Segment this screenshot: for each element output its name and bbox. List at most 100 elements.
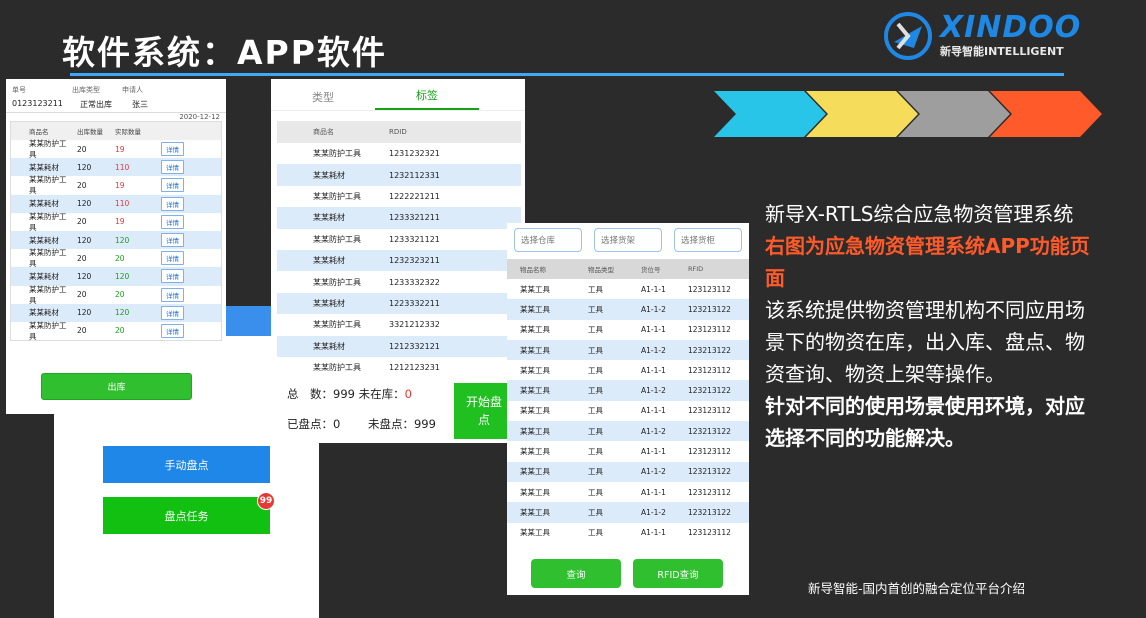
cell-name: 某某耗材 — [29, 308, 59, 318]
cell-actual-qty: 19 — [115, 217, 125, 227]
start-inventory-button[interactable]: 开始盘点 — [454, 383, 514, 439]
col-name: 商品名 — [29, 128, 49, 136]
header-out-type: 出库类型 — [72, 86, 100, 94]
manual-inventory-button[interactable]: 手动盘点 — [103, 446, 270, 483]
table-row: 某某防护工具 20 19 详情 — [11, 211, 221, 232]
detail-button[interactable]: 详情 — [161, 214, 184, 229]
cell-name: 某某耗材 — [313, 170, 345, 180]
cell-rfid: 123213122 — [688, 426, 731, 436]
outbound-table: 商品名 出库数量 实际数量 某某防护工具 20 19 详情 某某耗材 120 110 详情 某某… — [10, 121, 222, 342]
desc-line-8: 选择不同的功能解决。 — [765, 426, 965, 450]
cell-name: 某某耗材 — [313, 256, 345, 266]
cell-out-qty: 20 — [77, 180, 87, 190]
warehouse-select[interactable]: 选择仓库 — [514, 228, 582, 252]
table-row: 某某耗材 1233321211 — [277, 207, 521, 229]
cell-item-name: 某某工具 — [520, 365, 550, 375]
cell-rfid: 1222221211 — [389, 191, 440, 201]
rfid-query-button[interactable]: RFID查询 — [633, 559, 723, 588]
query-button[interactable]: 查询 — [531, 559, 621, 588]
desc-line-4: 该系统提供物资管理机构不同应用场 — [765, 298, 1085, 322]
total-label: 总 数： — [287, 387, 333, 401]
detail-button[interactable]: 详情 — [161, 178, 184, 193]
cabinet-select[interactable]: 选择货柜 — [674, 228, 742, 252]
cell-item-type: 工具 — [588, 507, 603, 517]
col-item-name: 物品名称 — [520, 266, 546, 274]
detail-button[interactable]: 详情 — [161, 251, 184, 266]
detail-button[interactable]: 详情 — [161, 142, 184, 157]
cell-name: 某某防护工具 — [313, 234, 361, 244]
cell-out-qty: 20 — [77, 326, 87, 336]
not-in-label: 未在库： — [358, 387, 405, 401]
cell-name: 某某耗材 — [29, 199, 59, 209]
out-type-value: 正常出库 — [80, 100, 112, 109]
cell-rfid: 123213122 — [688, 467, 731, 477]
cell-location: A1-1-1 — [641, 284, 666, 294]
logo-subtitle: 新导智能INTELLIGENT — [940, 45, 1064, 58]
table-row: 某某工具 工具 A1-1-1 123123112 — [507, 279, 749, 299]
table-row: 某某耗材 1232323211 — [277, 249, 521, 272]
table-row: 某某耗材 1232112331 — [277, 164, 521, 186]
col-rfid: RFID — [688, 265, 704, 273]
inventory-task-button[interactable]: 盘点任务 — [103, 497, 270, 534]
detail-button[interactable]: 详情 — [161, 160, 184, 175]
detail-button[interactable]: 详情 — [161, 323, 184, 338]
cell-item-name: 某某工具 — [520, 447, 550, 457]
cell-rfid: 123123112 — [688, 447, 731, 457]
cell-actual-qty: 110 — [115, 162, 130, 172]
cell-rfid: 123213122 — [688, 507, 731, 517]
cell-item-type: 工具 — [588, 406, 603, 416]
table-row: 某某防护工具 1222221211 — [277, 186, 521, 207]
cell-out-qty: 20 — [77, 253, 87, 263]
cell-actual-qty: 20 — [115, 290, 125, 300]
cell-name: 某某耗材 — [313, 298, 345, 308]
cell-actual-qty: 19 — [115, 180, 125, 190]
cell-out-qty: 120 — [77, 235, 92, 245]
cell-rfid: 123213122 — [688, 304, 731, 314]
cell-name: 某某防护工具 — [29, 320, 67, 341]
cell-name: 某某耗材 — [29, 271, 59, 281]
tab-label[interactable]: 标签 — [375, 87, 479, 110]
cell-item-type: 工具 — [588, 426, 603, 436]
cell-out-qty: 120 — [77, 271, 92, 281]
cell-item-type: 工具 — [588, 447, 603, 457]
detail-button[interactable]: 详情 — [161, 269, 184, 284]
header-order-no: 单号 — [12, 86, 26, 94]
table-row: 某某防护工具 20 20 详情 — [11, 320, 221, 341]
label-inventory-screen: 类型 标签 商品名 RDID 某某防护工具 1231232321 某某耗材 12321… — [271, 79, 525, 443]
cell-name: 某某防护工具 — [29, 211, 67, 232]
table-row: 某某工具 工具 A1-1-2 123213122 — [507, 339, 749, 361]
table-row: 某某工具 工具 A1-1-1 123123112 — [507, 441, 749, 461]
detail-button[interactable]: 详情 — [161, 196, 184, 211]
cell-rfid: 123123112 — [688, 487, 731, 497]
col-rfid: RDID — [389, 128, 407, 136]
cell-item-name: 某某工具 — [520, 467, 550, 477]
uncounted-value: 999 — [413, 417, 436, 431]
order-header-labels: 单号 出库类型 申请人 — [6, 79, 226, 95]
detail-button[interactable]: 详情 — [161, 305, 184, 320]
cell-rfid: 123123112 — [688, 325, 731, 335]
detail-button[interactable]: 详情 — [161, 233, 184, 248]
order-date: 2020-12-12 — [179, 113, 220, 121]
shelf-select[interactable]: 选择货架 — [594, 228, 662, 252]
outbound-button[interactable]: 出库 — [41, 373, 192, 400]
cell-name: 某某耗材 — [313, 341, 345, 351]
inventory-stats: 总 数：999 未在库：0 已盘点：0 未盘点：999 开始盘点 — [271, 373, 525, 443]
cell-rfid: 1233321211 — [389, 213, 440, 223]
detail-button[interactable]: 详情 — [161, 287, 184, 302]
tab-type[interactable]: 类型 — [271, 89, 375, 110]
cell-name: 某某防护工具 — [29, 284, 67, 305]
item-query-screen: 选择仓库 选择货架 选择货柜 物品名称 物品类型 货位号 RFID 某某工具 工具… — [507, 223, 749, 595]
cell-item-name: 某某工具 — [520, 345, 550, 355]
table-row: 某某防护工具 20 20 详情 — [11, 284, 221, 305]
table-row: 某某防护工具 20 19 详情 — [11, 175, 221, 195]
cell-rfid: 3321212332 — [389, 320, 440, 330]
not-in-value: 0 — [404, 387, 412, 401]
table-row: 某某工具 工具 A1-1-1 123123112 — [507, 482, 749, 502]
cell-location: A1-1-2 — [641, 304, 666, 314]
cell-name: 某某耗材 — [29, 235, 59, 245]
total-value: 999 — [333, 387, 355, 401]
description-block: 新导X-RTLS综合应急物资管理系统 右图为应急物资管理系统APP功能页 面 该… — [765, 198, 1125, 454]
cell-name: 某某防护工具 — [313, 277, 361, 287]
cell-location: A1-1-2 — [641, 345, 666, 355]
table-row: 某某工具 工具 A1-1-2 123213122 — [507, 502, 749, 523]
